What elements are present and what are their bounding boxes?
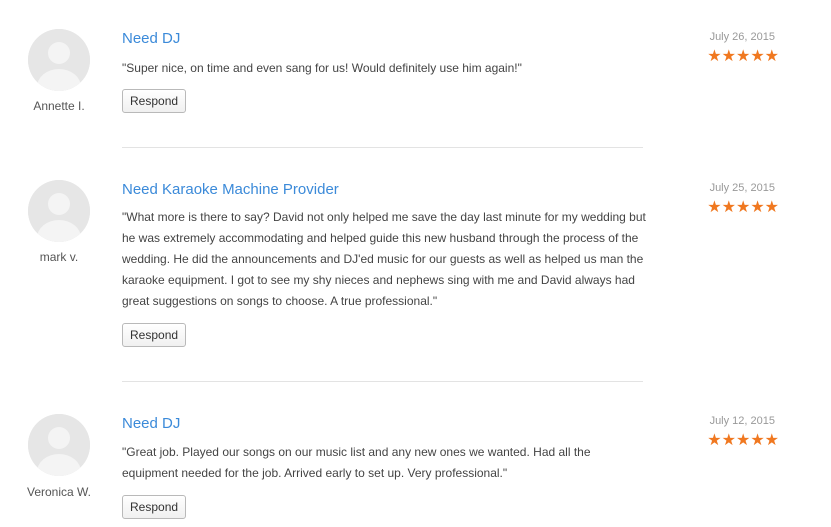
review-date: July 25, 2015	[709, 182, 775, 194]
avatar-placeholder-icon	[28, 414, 90, 476]
review-author: mark v.	[39, 250, 79, 264]
review-date: July 12, 2015	[709, 415, 775, 427]
review-title-link[interactable]: Need DJ	[122, 30, 180, 47]
star-rating-icon: ★★★★★	[707, 430, 779, 449]
review-date: July 26, 2015	[709, 31, 775, 43]
review-divider	[122, 147, 643, 148]
review-text: "Great job. Played our songs on our musi…	[122, 445, 591, 480]
respond-button[interactable]: Respond	[122, 495, 187, 519]
review-author: Veronica W.	[26, 485, 92, 499]
avatar-placeholder-icon	[28, 29, 90, 91]
star-rating-icon: ★★★★★	[707, 197, 779, 216]
review-text: "Super nice, on time and even sang for u…	[122, 61, 522, 75]
respond-button[interactable]: Respond	[122, 89, 187, 113]
review-title-link[interactable]: Need Karaoke Machine Provider	[122, 181, 339, 198]
review-divider	[122, 381, 643, 382]
review-author: Annette I.	[33, 99, 85, 113]
avatar-placeholder-icon	[28, 180, 90, 242]
review-text: "What more is there to say? David not on…	[122, 210, 646, 308]
respond-button[interactable]: Respond	[122, 323, 187, 347]
star-rating-icon: ★★★★★	[707, 46, 779, 65]
review-title-link[interactable]: Need DJ	[122, 415, 180, 432]
